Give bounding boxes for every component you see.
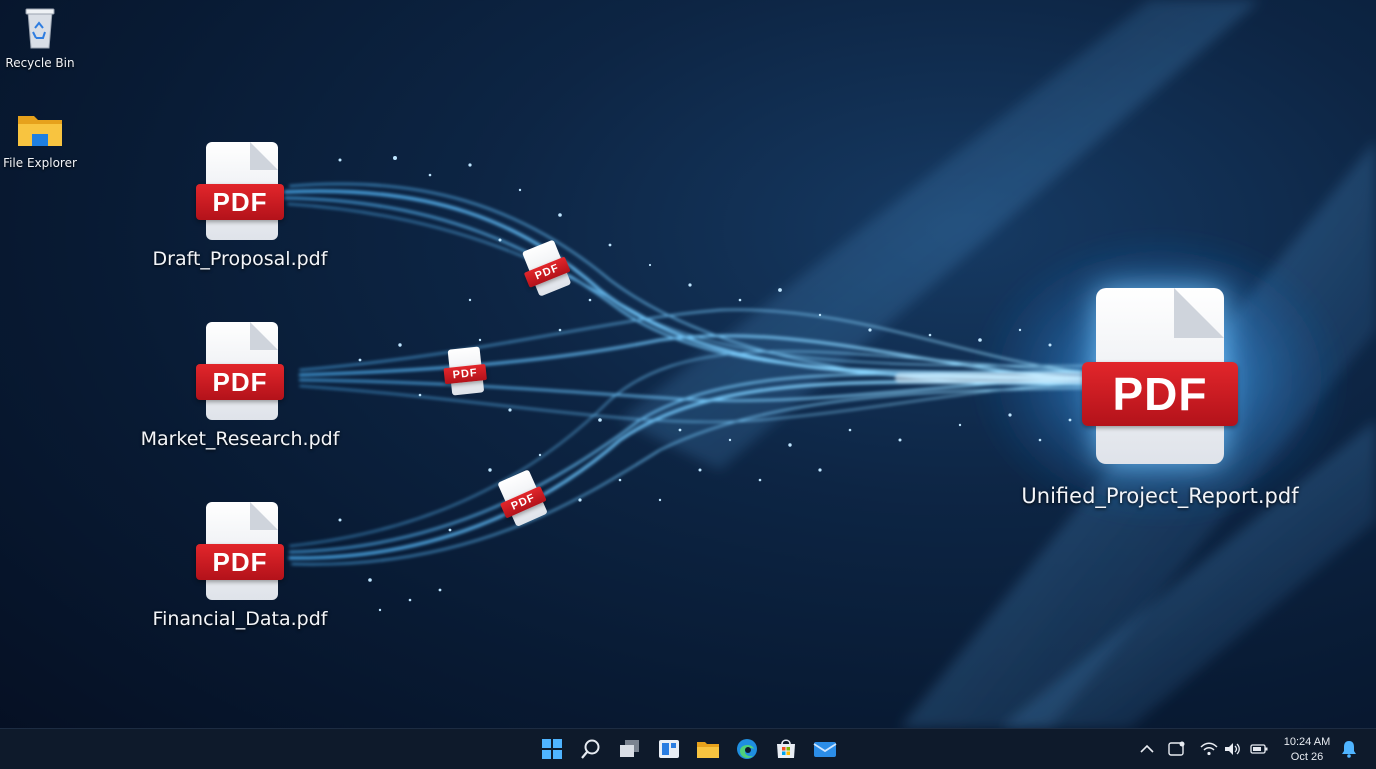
battery-button[interactable]	[1250, 741, 1268, 757]
file-name: Draft_Proposal.pdf	[152, 248, 328, 270]
notification-bell-icon	[1342, 741, 1356, 758]
task-view-button[interactable]	[615, 735, 645, 763]
file-explorer-icon	[697, 742, 719, 758]
file-name: Market_Research.pdf	[140, 428, 340, 450]
desktop: Recycle Bin File Explorer PDF Draft_Prop…	[0, 0, 1376, 728]
device-icon	[1168, 741, 1185, 756]
system-clock[interactable]: 10:24 AM Oct 26	[1278, 735, 1336, 765]
pdf-file-market-research[interactable]: PDF Market_Research.pdf	[140, 320, 340, 450]
file-explorer-taskbar-button[interactable]	[693, 735, 723, 763]
pdf-file-icon: PDF	[194, 500, 286, 604]
start-button[interactable]	[537, 735, 567, 763]
microsoft-store-icon	[777, 739, 795, 758]
search-icon	[581, 739, 600, 759]
pdf-file-icon: PDF	[194, 140, 286, 244]
edge-browser-icon	[737, 739, 757, 759]
notifications-button[interactable]	[1340, 741, 1358, 758]
device-tray-button[interactable]	[1168, 741, 1186, 757]
network-button[interactable]	[1200, 741, 1218, 757]
pdf-file-financial-data[interactable]: PDF Financial_Data.pdf	[150, 500, 330, 630]
folder-icon	[18, 116, 62, 146]
pdf-badge: PDF	[1082, 362, 1238, 426]
search-button[interactable]	[576, 735, 606, 763]
file-name: Unified_Project_Report.pdf	[1021, 484, 1299, 508]
microsoft-store-button[interactable]	[771, 735, 801, 763]
wifi-icon	[1200, 742, 1218, 756]
battery-icon	[1250, 744, 1268, 754]
flying-pdf-icon: PDF	[442, 346, 491, 398]
taskbar: 10:24 AM Oct 26	[0, 728, 1376, 769]
file-name: Financial_Data.pdf	[152, 608, 328, 630]
volume-button[interactable]	[1224, 741, 1242, 757]
pdf-file-draft-proposal[interactable]: PDF Draft_Proposal.pdf	[150, 140, 330, 270]
desktop-shortcut-recycle-bin[interactable]: Recycle Bin	[0, 4, 80, 70]
pdf-file-unified-project-report[interactable]: PDF Unified_Project_Report.pdf	[1010, 286, 1310, 508]
edge-browser-button[interactable]	[732, 735, 762, 763]
pdf-badge: PDF	[196, 184, 284, 220]
pdf-badge: PDF	[196, 544, 284, 580]
windows-start-icon	[542, 739, 562, 759]
mail-button[interactable]	[810, 735, 840, 763]
widgets-button[interactable]	[654, 735, 684, 763]
desktop-shortcut-file-explorer[interactable]: File Explorer	[0, 106, 80, 170]
recycle-bin-label: Recycle Bin	[5, 56, 75, 70]
pdf-file-icon: PDF	[194, 320, 286, 424]
volume-icon	[1225, 743, 1240, 755]
pdf-file-icon: PDF	[1080, 286, 1240, 468]
chevron-up-icon	[1140, 744, 1154, 753]
file-explorer-label: File Explorer	[3, 156, 77, 170]
mail-icon	[813, 742, 837, 757]
show-hidden-icons-button[interactable]	[1138, 741, 1156, 757]
widgets-icon	[659, 740, 679, 758]
task-view-icon	[620, 740, 639, 757]
clock-time: 10:24 AM	[1283, 736, 1331, 748]
pdf-badge: PDF	[196, 364, 284, 400]
recycle-bin-icon	[25, 8, 55, 49]
clock-date: Oct 26	[1290, 751, 1324, 763]
